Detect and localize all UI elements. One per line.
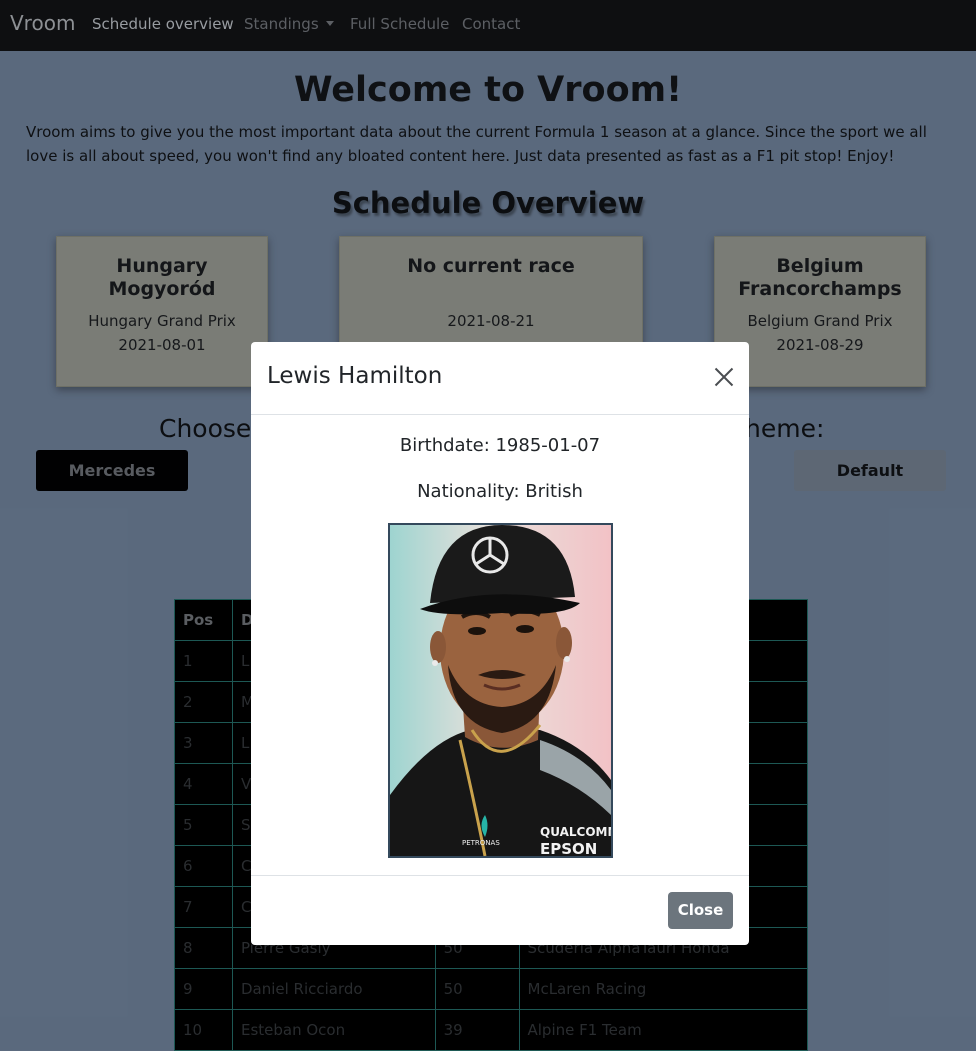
photo-petronas-text: PETRONAS: [462, 839, 500, 847]
driver-photo: QUALCOMM EPSON PETRONAS: [388, 523, 613, 858]
photo-epson-text: EPSON: [540, 840, 597, 856]
modal-title: Lewis Hamilton: [267, 363, 443, 389]
driver-photo-drawing: QUALCOMM EPSON PETRONAS: [390, 525, 611, 856]
modal-footer-divider: [251, 875, 749, 876]
driver-birthdate: Birthdate: 1985-01-07: [399, 435, 601, 456]
modal-close-button[interactable]: Close: [668, 892, 733, 929]
driver-modal: Lewis Hamilton Birthdate: 1985-01-07 Nat…: [251, 342, 749, 945]
modal-header-divider: [251, 414, 749, 415]
driver-nationality: Nationality: British: [417, 481, 583, 502]
photo-qualcomm-text: QUALCOMM: [540, 825, 611, 839]
close-icon[interactable]: [713, 366, 735, 388]
